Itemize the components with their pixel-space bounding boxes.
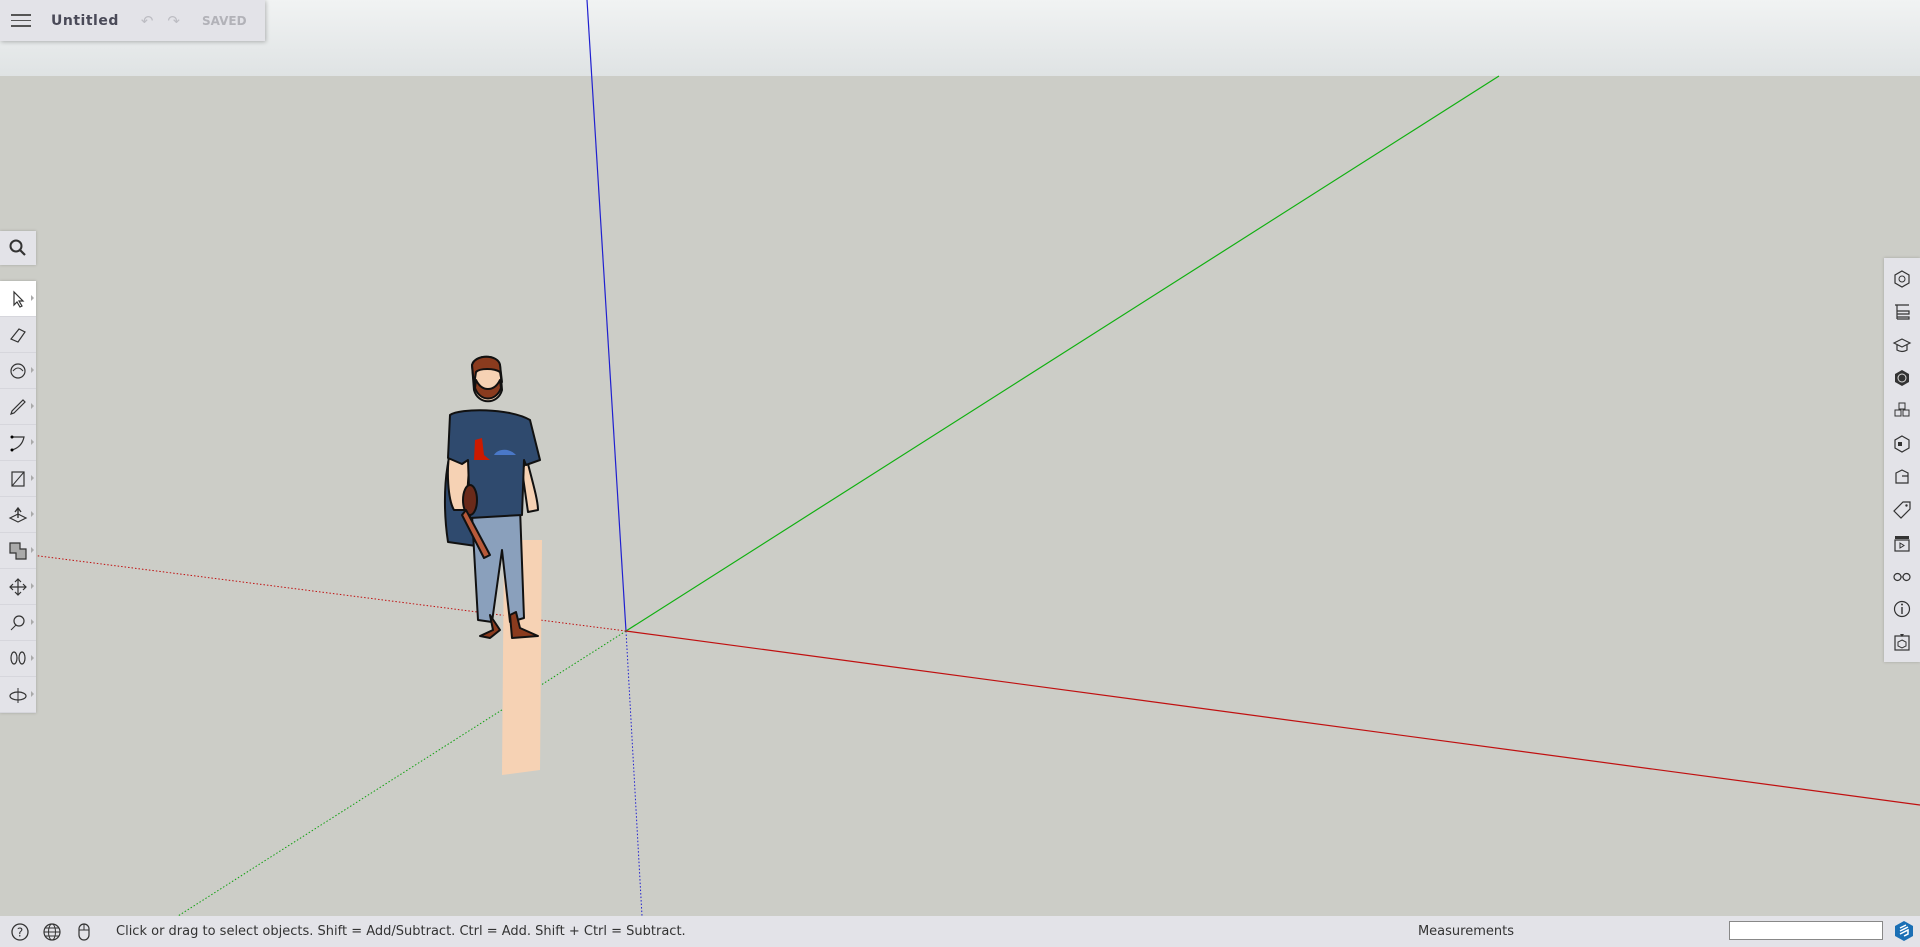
- 3d-warehouse-icon: [1894, 633, 1910, 651]
- arrow-cursor-icon: [13, 290, 25, 308]
- panel-instructor[interactable]: [1884, 328, 1920, 361]
- panel-info[interactable]: [1884, 592, 1920, 625]
- info-icon: [1893, 600, 1911, 617]
- title-bar: Untitled ↶ ↷ SAVED: [0, 0, 265, 41]
- status-hint: Click or drag to select objects. Shift =…: [116, 924, 686, 939]
- search-button[interactable]: [0, 231, 36, 265]
- scale-figure-person[interactable]: [443, 355, 542, 775]
- svg-text:?: ?: [17, 925, 23, 939]
- green-axis-negative: [177, 630, 627, 917]
- arc-icon: [10, 435, 25, 451]
- tags-icon: [1893, 500, 1911, 519]
- scenes-3d-icon: [1895, 468, 1909, 484]
- display-icon: [1893, 572, 1911, 581]
- help-button[interactable]: ?: [8, 920, 32, 944]
- footprints-icon: [10, 650, 26, 665]
- document-title[interactable]: Untitled: [51, 13, 119, 29]
- measurements-label: Measurements: [1417, 924, 1514, 939]
- offset-icon: [9, 541, 27, 560]
- hamburger-menu-icon[interactable]: [11, 10, 31, 31]
- tool-tape-measure[interactable]: [0, 605, 36, 641]
- rectangle-icon: [11, 470, 25, 487]
- green-axis: [625, 75, 1500, 632]
- tool-line[interactable]: [0, 389, 36, 425]
- save-status: SAVED: [202, 13, 247, 28]
- tool-orbit[interactable]: [0, 677, 36, 713]
- styles-icon: [1894, 434, 1910, 453]
- orbit-icon: [9, 687, 27, 703]
- sketchup-logo-icon: [1895, 921, 1913, 941]
- redo-icon[interactable]: ↷: [167, 12, 180, 30]
- globe-icon: [43, 922, 61, 941]
- panel-entity-info[interactable]: [1884, 262, 1920, 295]
- red-axis: [625, 630, 1920, 806]
- tool-push-pull[interactable]: [0, 497, 36, 533]
- tool-select[interactable]: [0, 281, 36, 317]
- mouse-button[interactable]: [72, 920, 96, 944]
- paint-bucket-icon: [10, 362, 26, 379]
- tool-offset[interactable]: [0, 533, 36, 569]
- status-bar: ? Click or drag to select objects. Shift…: [0, 916, 1920, 947]
- viewport-3d[interactable]: [0, 0, 1920, 947]
- panel-materials[interactable]: [1884, 361, 1920, 394]
- tool-walk[interactable]: [0, 641, 36, 677]
- move-icon: [9, 577, 27, 596]
- panel-3d-warehouse[interactable]: [1884, 625, 1920, 658]
- tool-arc[interactable]: [0, 425, 36, 461]
- measurements-input[interactable]: [1729, 921, 1883, 940]
- panel-scenes-3d[interactable]: [1884, 460, 1920, 493]
- geo-location-button[interactable]: [40, 920, 64, 944]
- tool-eraser[interactable]: [0, 317, 36, 353]
- tool-move[interactable]: [0, 569, 36, 605]
- blue-axis-negative: [625, 630, 643, 917]
- pencil-icon: [10, 398, 26, 415]
- undo-icon[interactable]: ↶: [141, 12, 154, 30]
- materials-icon: [1895, 369, 1909, 386]
- help-icon: ?: [11, 922, 29, 941]
- outliner-icon: [1895, 303, 1910, 320]
- components-icon: [1894, 402, 1910, 416]
- right-panel-toolbar: [1884, 258, 1920, 662]
- tool-paint[interactable]: [0, 353, 36, 389]
- left-toolbar: [0, 281, 36, 713]
- instructor-icon: [1892, 337, 1912, 352]
- entity-info-icon: [1894, 269, 1910, 288]
- panel-tags[interactable]: [1884, 493, 1920, 526]
- search-icon: [9, 239, 26, 256]
- blue-axis: [586, 0, 627, 632]
- mouse-icon: [78, 922, 90, 941]
- panel-styles[interactable]: [1884, 427, 1920, 460]
- panel-outliner[interactable]: [1884, 295, 1920, 328]
- tape-measure-icon: [10, 614, 25, 630]
- tool-rectangle[interactable]: [0, 461, 36, 497]
- eraser-icon: [10, 327, 26, 343]
- push-pull-icon: [8, 506, 28, 523]
- panel-scenes[interactable]: [1884, 526, 1920, 559]
- scenes-icon: [1894, 535, 1910, 552]
- panel-display[interactable]: [1884, 559, 1920, 592]
- panel-components[interactable]: [1884, 394, 1920, 427]
